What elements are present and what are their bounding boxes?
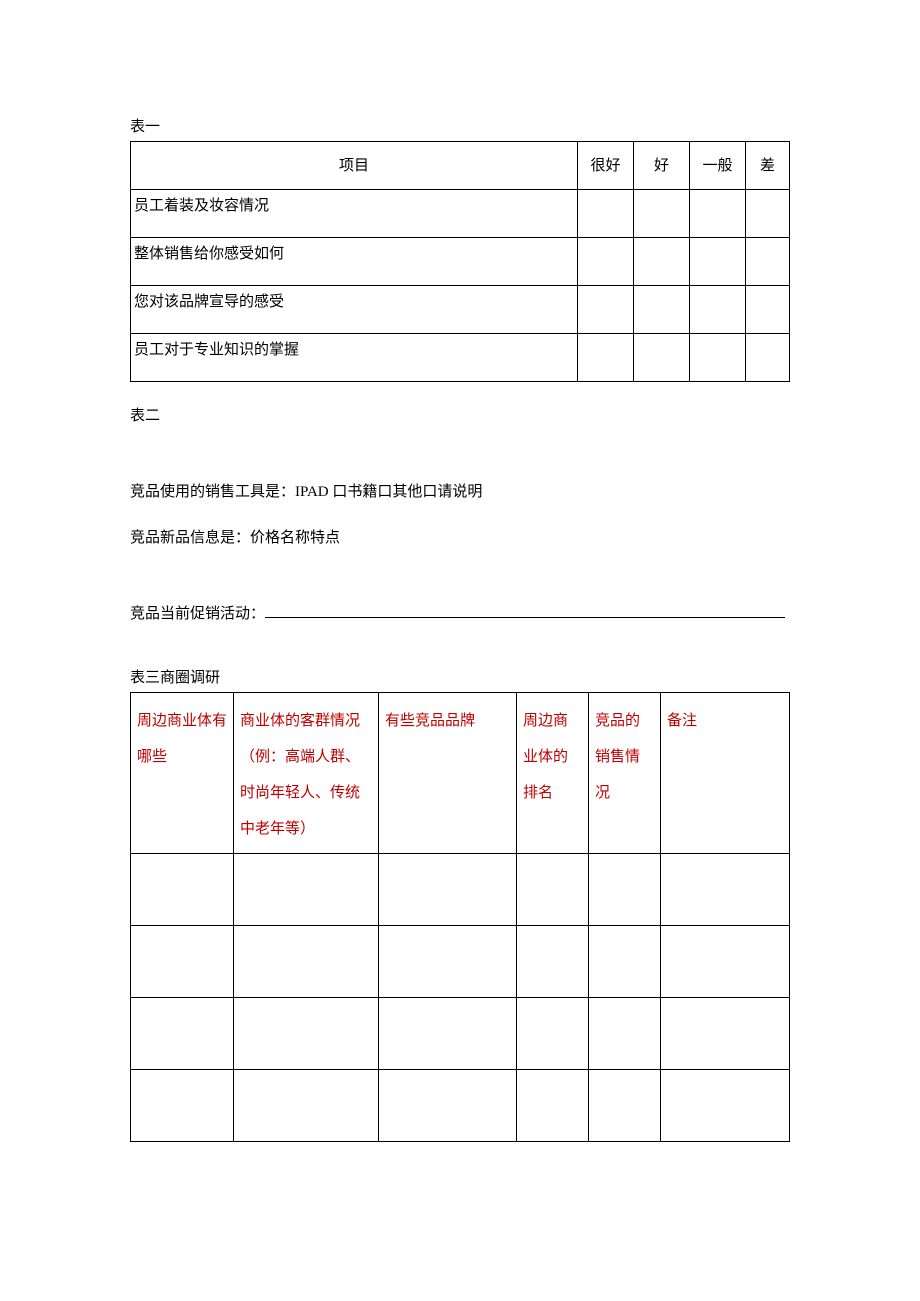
sec2-line2: 竞品新品信息是：价格名称特点 [130,526,790,550]
t3-cell[interactable] [589,926,661,998]
t3-cell[interactable] [234,854,379,926]
t3-cell[interactable] [589,1070,661,1142]
table-row: 整体销售给你感受如何 [131,238,790,286]
t3-h4: 竞品的销售情况 [589,693,661,854]
t1-cell[interactable] [634,238,690,286]
table-row [131,998,790,1070]
t1-cell[interactable] [690,238,746,286]
t1-cell[interactable] [578,334,634,382]
t1-cell[interactable] [690,286,746,334]
table-row [131,854,790,926]
t3-cell[interactable] [517,854,589,926]
table1-label: 表一 [130,115,790,139]
table1-h-c1: 很好 [578,142,634,190]
t3-cell[interactable] [379,1070,517,1142]
t3-cell[interactable] [131,998,234,1070]
t3-h1: 商业体的客群情况（例：高端人群、时尚年轻人、传统中老年等） [234,693,379,854]
table3-label: 表三商圈调研 [130,666,790,690]
t1-cell[interactable] [746,334,790,382]
t1-cell[interactable] [746,190,790,238]
table2-label: 表二 [130,404,790,428]
sec2-line3-prefix: 竞品当前促销活动： [130,606,265,622]
t3-cell[interactable] [379,854,517,926]
table1-header-row: 项目 很好 好 一般 差 [131,142,790,190]
fill-in-blank[interactable] [265,603,785,618]
t1-cell[interactable] [578,190,634,238]
t3-cell[interactable] [661,854,790,926]
sec2-line3: 竞品当前促销活动： [130,602,790,626]
t1-cell[interactable] [746,238,790,286]
table3-header-row: 周边商业体有哪些 商业体的客群情况（例：高端人群、时尚年轻人、传统中老年等） 有… [131,693,790,854]
t3-cell[interactable] [517,926,589,998]
table-row: 员工着装及妆容情况 [131,190,790,238]
t3-cell[interactable] [589,854,661,926]
table-row [131,926,790,998]
t3-cell[interactable] [131,926,234,998]
t1-cell-item: 整体销售给你感受如何 [131,238,578,286]
table-row [131,1070,790,1142]
t3-cell[interactable] [234,926,379,998]
t3-cell[interactable] [661,1070,790,1142]
table1: 项目 很好 好 一般 差 员工着装及妆容情况 整体销售给你感受如何 您对该品牌宣… [130,141,790,382]
table3: 周边商业体有哪些 商业体的客群情况（例：高端人群、时尚年轻人、传统中老年等） 有… [130,692,790,1142]
section2: 表二 竞品使用的销售工具是：IPAD 口书籍口其他口请说明 竞品新品信息是：价格… [130,404,790,626]
t1-cell-item: 员工着装及妆容情况 [131,190,578,238]
table-row: 员工对于专业知识的掌握 [131,334,790,382]
t3-h5: 备注 [661,693,790,854]
sec2-line1: 竞品使用的销售工具是：IPAD 口书籍口其他口请说明 [130,480,790,504]
t3-cell[interactable] [131,1070,234,1142]
t3-cell[interactable] [131,854,234,926]
table1-h-item: 项目 [131,142,578,190]
t3-cell[interactable] [379,998,517,1070]
t1-cell[interactable] [690,334,746,382]
t1-cell[interactable] [690,190,746,238]
t3-cell[interactable] [517,1070,589,1142]
block3: 表三商圈调研 周边商业体有哪些 商业体的客群情况（例：高端人群、时尚年轻人、传统… [130,666,790,1142]
t3-cell[interactable] [234,1070,379,1142]
t3-h2: 有些竞品品牌 [379,693,517,854]
t1-cell[interactable] [634,286,690,334]
t3-cell[interactable] [234,998,379,1070]
table-row: 您对该品牌宣导的感受 [131,286,790,334]
t1-cell[interactable] [634,334,690,382]
t1-cell[interactable] [634,190,690,238]
t3-cell[interactable] [379,926,517,998]
table1-h-c2: 好 [634,142,690,190]
t1-cell[interactable] [578,238,634,286]
t1-cell-item: 您对该品牌宣导的感受 [131,286,578,334]
t3-cell[interactable] [589,998,661,1070]
t1-cell[interactable] [746,286,790,334]
t3-h0: 周边商业体有哪些 [131,693,234,854]
t1-cell-item: 员工对于专业知识的掌握 [131,334,578,382]
t3-h3: 周边商业体的排名 [517,693,589,854]
t3-cell[interactable] [661,926,790,998]
t1-cell[interactable] [578,286,634,334]
t3-cell[interactable] [517,998,589,1070]
t3-cell[interactable] [661,998,790,1070]
table1-h-c3: 一般 [690,142,746,190]
table1-h-c4: 差 [746,142,790,190]
